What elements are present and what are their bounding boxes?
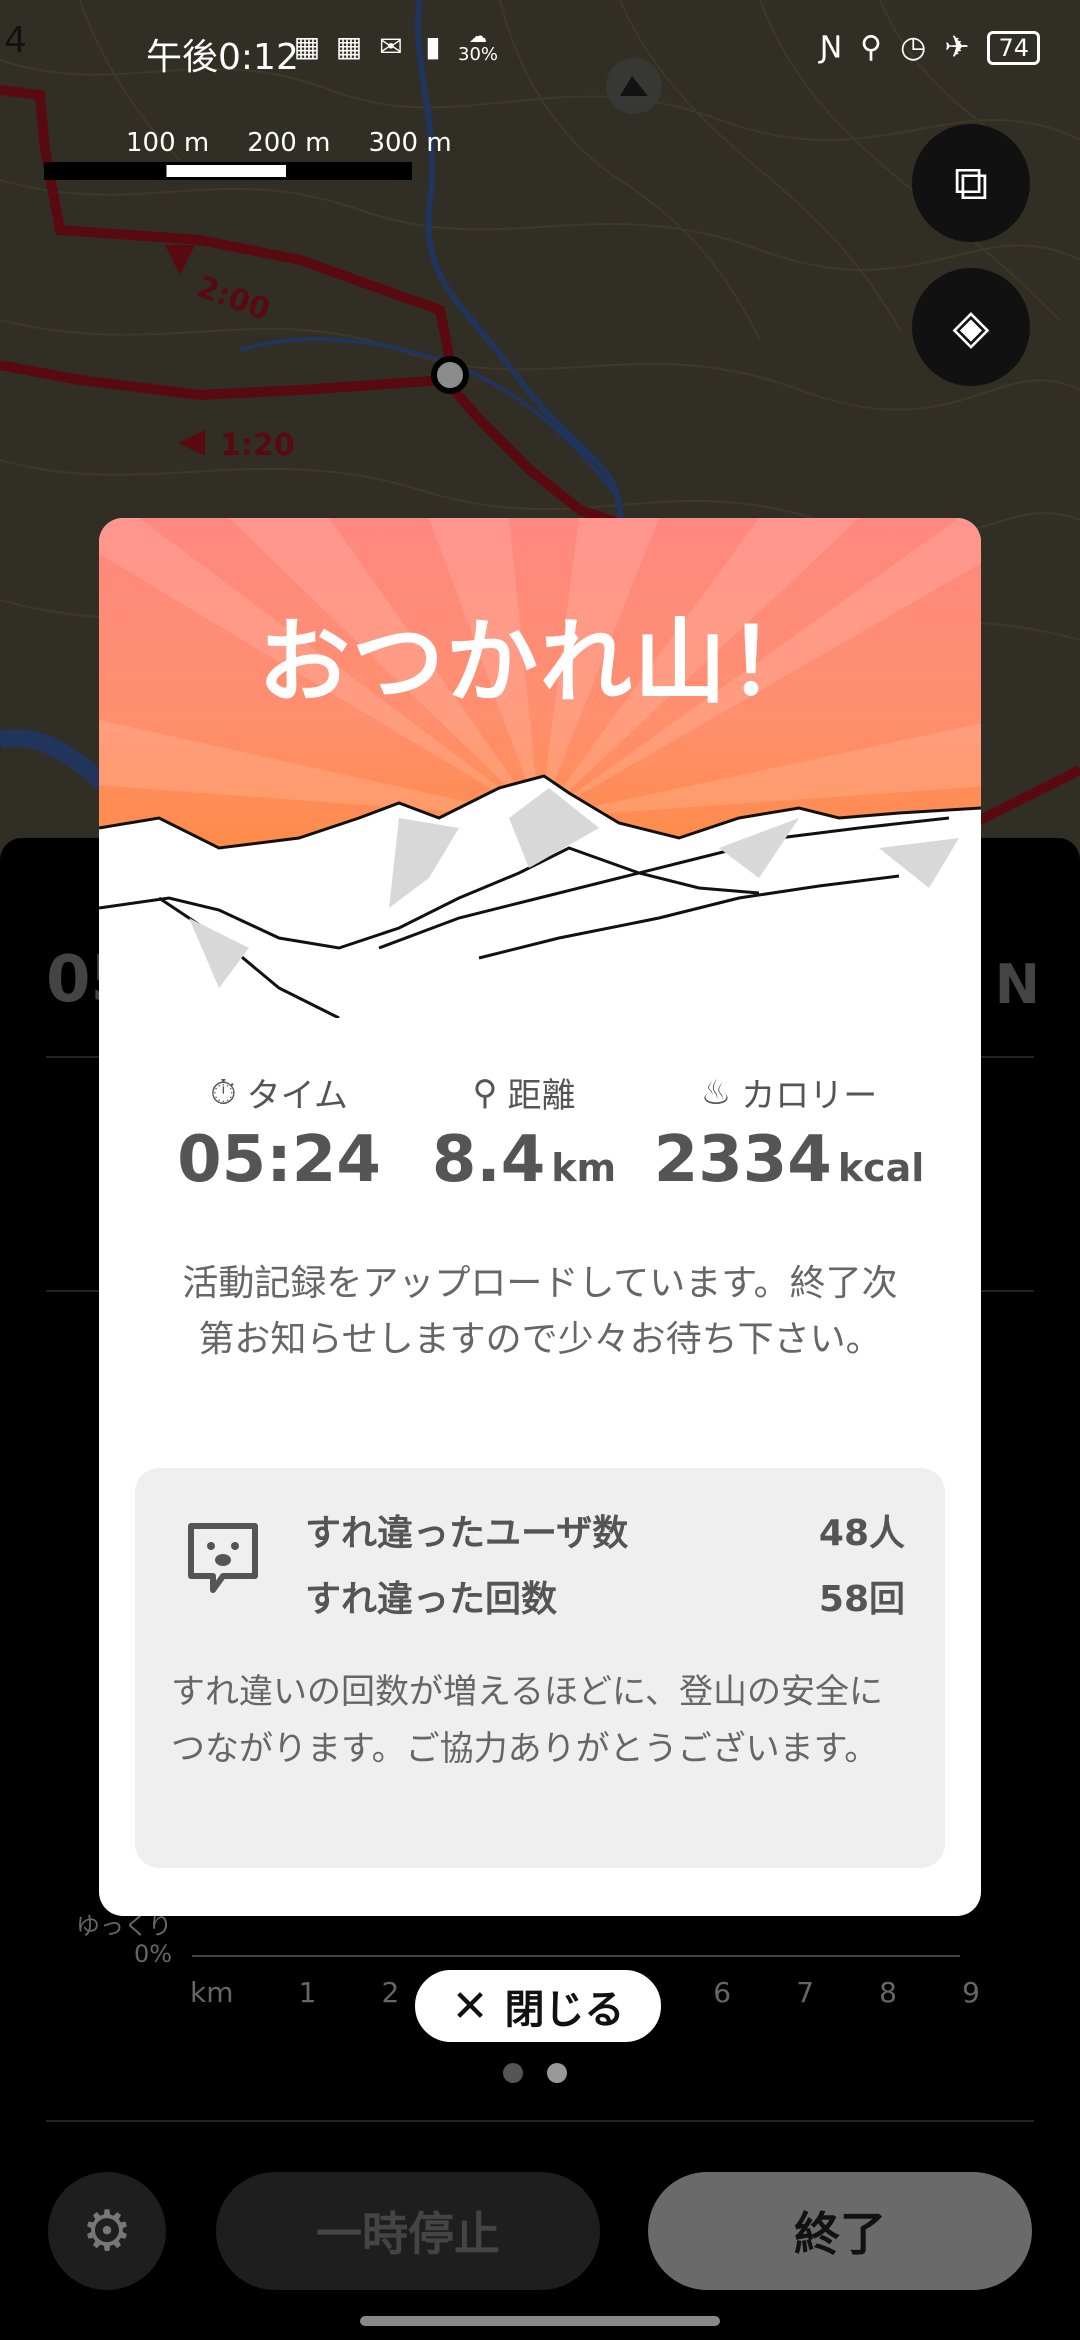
stat-distance: ⚲ 距離 8.4 km (409, 1068, 639, 1198)
fullscreen-icon: ⧉ (953, 154, 989, 211)
dialog-title: おつかれ山！ (257, 609, 822, 716)
layers-button[interactable]: ◈ (912, 268, 1030, 386)
close-icon: ✕ (451, 1980, 489, 2032)
encounter-note: すれ違いの回数が増えるほどに、登山の安全につながります。ご協力ありがとうございま… (171, 1672, 883, 1769)
weather-icon: ☁ 30% (458, 26, 499, 65)
layers-icon: ◈ (952, 299, 990, 355)
encounter-card: すれ違ったユーザ数 48人 すれ違った回数 58回 すれ違いの回数が増えるほどに… (135, 1468, 945, 1868)
settings-button[interactable]: ⚙ (48, 2172, 166, 2290)
y-label-zero: 0% (134, 1940, 173, 1968)
completion-dialog: おつかれ山！ ⏱ タイム 05:24 ⚲ 距離 8.4 km ♨ カロリー 2334 kc… (99, 518, 981, 1916)
encounter-count-value: 58回 (818, 1579, 905, 1620)
fullscreen-toggle-button[interactable]: ⧉ (912, 124, 1030, 242)
gear-icon: ⚙ (81, 2198, 133, 2264)
bottom-controls: ⚙ 一時停止 終了 (0, 2172, 1080, 2292)
encounter-users-value: 48人 (818, 1513, 905, 1554)
x-tick: 2 (381, 1976, 400, 2009)
status-bar: 午後0:12 ▦ ▦ ✉ ▮ ☁ 30% Ɲ ⚲ ◷ ✈ 74 (0, 0, 1080, 100)
stat-label: 距離 (507, 1076, 576, 1116)
stat-value: 8.4 (431, 1123, 546, 1197)
battery-icon: 74 (987, 30, 1040, 65)
system-icons: Ɲ ⚲ ◷ ✈ 74 (820, 30, 1040, 65)
nfc-icon: Ɲ (819, 30, 843, 65)
page-indicator (503, 2063, 567, 2083)
pause-button[interactable]: 一時停止 (216, 2172, 600, 2290)
notification-icons: ▦ ▦ ✉ ▮ (290, 30, 450, 64)
airplane-icon: ✈ (944, 30, 970, 65)
end-button[interactable]: 終了 (648, 2172, 1032, 2290)
upload-message: 活動記録をアップロードしています。終了次第お知らせしますので少々お待ち下さい。 (182, 1263, 898, 1360)
x-unit: km (190, 1976, 234, 2009)
stat-unit: km (551, 1146, 617, 1190)
scale-bar (44, 162, 412, 180)
chart-axis (192, 1955, 960, 1957)
x-tick: 7 (796, 1976, 815, 2009)
stat-calories: ♨ カロリー 2334 kcal (639, 1068, 939, 1198)
home-indicator[interactable] (360, 2316, 720, 2326)
shopping-bag-icon: ▮ (425, 30, 441, 63)
close-label: 閉じる (504, 1987, 625, 2033)
encounter-users-label: すれ違ったユーザ数 (305, 1513, 629, 1554)
close-button[interactable]: ✕ 閉じる (411, 1966, 665, 2046)
flame-icon: ♨ (700, 1072, 732, 1113)
x-tick: 1 (298, 1976, 317, 2009)
encounter-users-row: すれ違ったユーザ数 48人 (305, 1504, 905, 1556)
compass-indicator: N (994, 953, 1040, 1016)
x-tick: 6 (713, 1976, 732, 2009)
mail-icon: ✉ (379, 30, 403, 63)
page-dot-active (547, 2063, 567, 2083)
page-dot (503, 2063, 523, 2083)
scale-label: 100 m (126, 128, 210, 158)
weather-badge: 30% (458, 44, 499, 65)
route-icon: ⚲ (472, 1072, 498, 1113)
calendar-icon: ▦ (293, 30, 321, 63)
stopwatch-icon: ⏱ (210, 1072, 237, 1113)
scale-label: 200 m (247, 128, 331, 158)
encounter-count-label: すれ違った回数 (305, 1579, 558, 1620)
stat-value: 2334 (653, 1123, 832, 1197)
location-icon: ⚲ (860, 30, 883, 65)
alarm-icon: ◷ (900, 30, 927, 65)
x-tick: 8 (879, 1976, 897, 2009)
stat-unit: kcal (837, 1146, 925, 1190)
map-scale: 100 m 200 m 300 m (44, 128, 452, 180)
encounter-count-row: すれ違った回数 58回 (305, 1570, 905, 1622)
stat-label: カロリー (741, 1076, 878, 1116)
status-time: 午後0:12 (146, 37, 299, 78)
encounter-face-icon (188, 1523, 258, 1593)
stat-time: ⏱ タイム 05:24 (159, 1068, 399, 1198)
dialog-hero: おつかれ山！ (99, 518, 981, 1018)
stat-label: タイム (246, 1076, 348, 1116)
calendar-icon: ▦ (335, 30, 363, 63)
stat-value: 05:24 (177, 1123, 381, 1197)
scale-label: 300 m (368, 128, 452, 158)
x-tick: 9 (962, 1976, 980, 2009)
